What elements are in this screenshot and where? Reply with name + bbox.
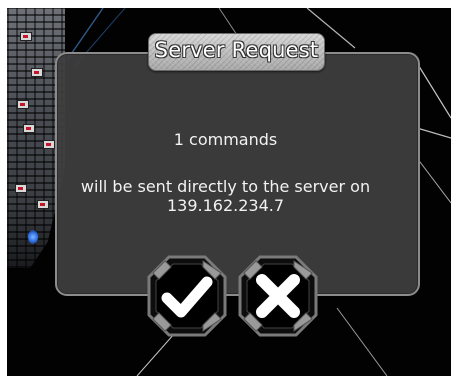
station-light	[17, 100, 29, 109]
confirm-button[interactable]	[147, 255, 227, 337]
dialog-title: Server Request	[154, 38, 319, 62]
server-address-text: 139.162.234.7	[166, 196, 285, 215]
message-line: will be sent directly to the server on	[80, 177, 371, 196]
station-light	[20, 32, 32, 41]
checkmark-icon	[147, 255, 227, 337]
command-count-text: 1 commands	[173, 130, 278, 149]
cancel-button[interactable]	[238, 255, 318, 337]
engine-glow	[28, 230, 38, 244]
dialog-title-plate: Server Request	[148, 33, 325, 71]
x-icon	[238, 255, 318, 337]
station-light	[31, 68, 43, 77]
